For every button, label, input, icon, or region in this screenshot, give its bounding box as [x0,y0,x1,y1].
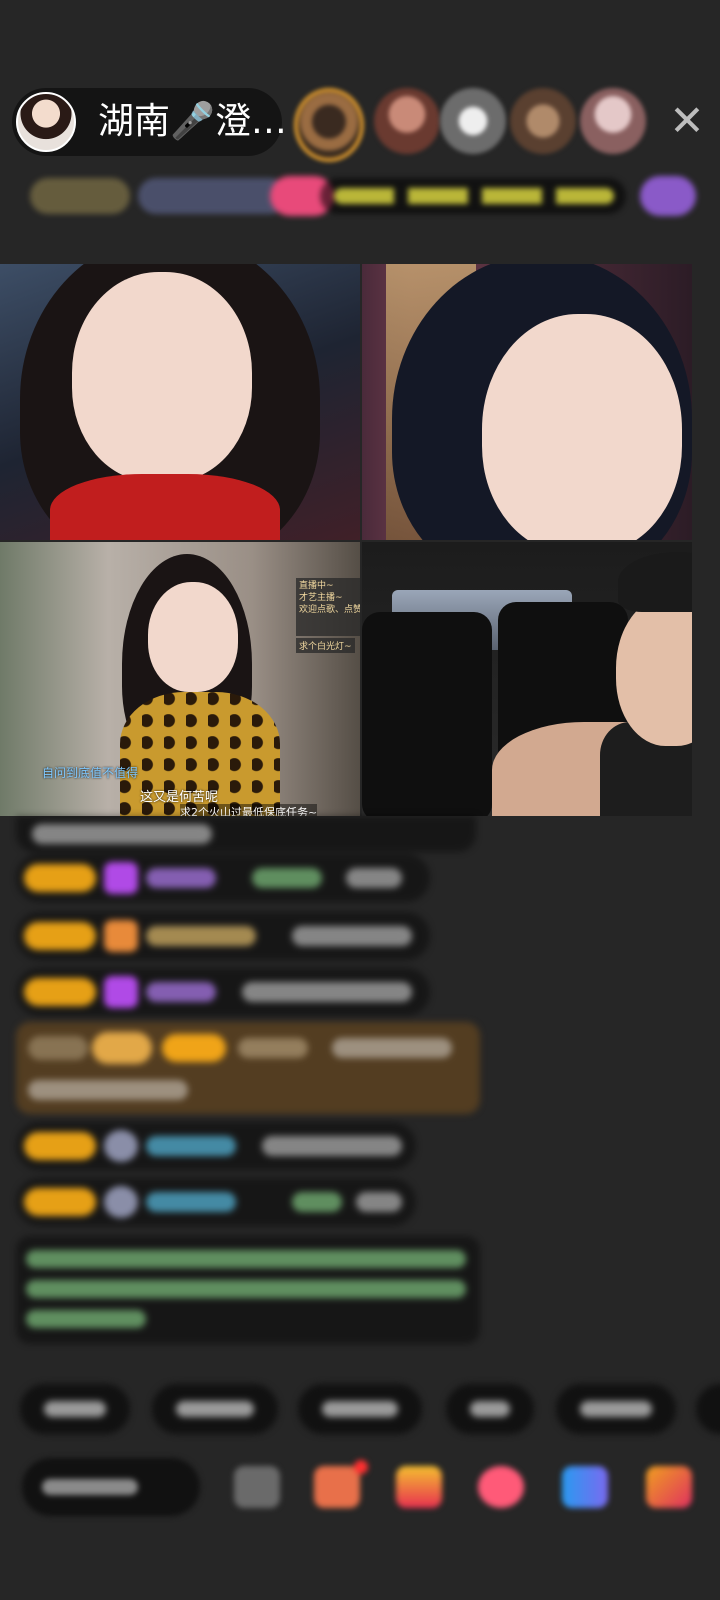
face-shape [72,272,252,482]
level-badge [24,978,96,1006]
stream-note: 直播中~ 才艺主播~ 欢迎点歌、点赞 [296,578,360,636]
gift-box-icon[interactable] [314,1466,360,1508]
user-avatar-small [104,1186,138,1218]
user-nickname[interactable] [146,926,256,946]
game-icon[interactable] [562,1466,608,1508]
emoji-icon[interactable] [234,1466,280,1508]
car-seat [362,612,492,816]
chat-message [16,1178,416,1226]
stream-note-footer: 求个白光灯~ [296,638,355,653]
video-tile-guest-2[interactable] [362,264,692,540]
fan-club-badge [92,1032,152,1064]
host-info-pill[interactable]: 湖南🎤澄… [12,88,287,156]
level-badge [162,1034,226,1062]
audience-avatar[interactable] [510,88,576,154]
activity-badge[interactable] [640,176,696,216]
more-icon[interactable] [646,1466,692,1508]
level-badge [24,864,96,892]
lyric-caption: 这又是何苦呢 [140,790,219,805]
chat-message [16,1122,416,1170]
system-notice [16,1236,480,1344]
dress-shape [50,474,280,540]
quick-chip[interactable] [446,1384,534,1434]
fan-icon [104,920,138,952]
heart-icon[interactable] [478,1466,524,1508]
lyric-caption: 自问到底值不值得 [42,766,139,780]
bottom-bar [0,1452,720,1522]
audience-avatar[interactable] [294,88,364,162]
cap-shape [618,552,692,612]
level-badge [24,1132,96,1160]
chat-message [16,816,476,852]
audience-avatar[interactable] [374,88,440,154]
video-tile-guest-1[interactable] [0,264,360,540]
audience-avatar[interactable] [440,88,506,154]
chat-message [16,912,430,960]
comment-input[interactable] [22,1458,200,1516]
quick-chip[interactable] [298,1384,422,1434]
stream-note-line: 才艺主播~ [299,593,343,603]
stream-note-line: 直播中~ [299,581,334,591]
notice-ticker[interactable] [320,178,626,214]
user-nickname[interactable] [146,868,216,888]
quick-chip[interactable] [696,1384,720,1434]
face-shape [482,314,682,540]
user-avatar-small [104,1130,138,1162]
chat-list[interactable] [0,816,720,1356]
host-name: 湖南🎤澄… [98,101,287,142]
chat-message [16,854,430,902]
quick-reply-chips [0,1384,720,1434]
quick-chip[interactable] [152,1384,278,1434]
face-shape [148,582,238,692]
gift-icon[interactable] [396,1466,442,1508]
user-nickname[interactable] [146,1192,236,1212]
video-tile-guest-4[interactable] [362,542,692,816]
rank-badge[interactable] [30,178,130,214]
stats-row [24,172,700,220]
hot-badge[interactable] [138,178,288,214]
user-nickname[interactable] [146,982,216,1002]
close-icon[interactable]: ✕ [662,96,712,146]
quick-chip[interactable] [20,1384,130,1434]
chat-message-highlight [16,1022,480,1114]
user-nickname[interactable] [146,1136,236,1156]
host-avatar[interactable] [16,92,76,152]
diamond-icon [104,976,138,1008]
video-tile-guest-3[interactable]: 直播中~ 才艺主播~ 欢迎点歌、点赞 求个白光灯~ 自问到底值不值得 这又是何苦… [0,542,360,816]
task-caption: 求2个火山过最低保底任务~ [180,804,318,816]
notification-dot [354,1460,368,1474]
level-badge [24,1188,96,1216]
level-badge [24,922,96,950]
audience-avatar[interactable] [580,88,646,154]
stream-note-line: 欢迎点歌、点赞 [299,605,360,615]
quick-chip[interactable] [556,1384,676,1434]
diamond-icon [104,862,138,894]
chat-message [16,968,430,1016]
